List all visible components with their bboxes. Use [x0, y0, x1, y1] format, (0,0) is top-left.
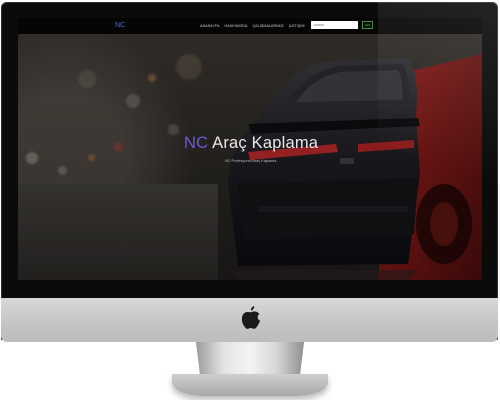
- nav-link-hakkimizda[interactable]: HAKKIMIZDA: [225, 24, 248, 28]
- apple-icon: [241, 306, 261, 329]
- screen: NC ANASAYFA HAKKIMIZDA ÇALIŞMALARIMIZ İL…: [18, 18, 482, 280]
- site-logo[interactable]: NC: [115, 22, 125, 29]
- search-button[interactable]: Ara: [362, 21, 373, 29]
- monitor-frame: NC ANASAYFA HAKKIMIZDA ÇALIŞMALARIMIZ İL…: [1, 2, 498, 340]
- hero-title: NC Araç Kaplama: [184, 134, 318, 153]
- nav-links: ANASAYFA HAKKIMIZDA ÇALIŞMALARIMIZ İLETİ…: [200, 24, 305, 28]
- monitor-stand-neck: [196, 342, 304, 378]
- hero-title-brand: NC: [184, 134, 209, 152]
- hero-title-text: Araç Kaplama: [212, 134, 319, 152]
- nav-link-iletisim[interactable]: İLETİŞİM: [289, 24, 305, 28]
- hero-overlay: [18, 34, 482, 280]
- hero-banner: NC Araç Kaplama NC Profesyonel Araç Kapl…: [18, 34, 482, 280]
- search-input[interactable]: [311, 21, 358, 29]
- hero-subtitle: NC Profesyonel Araç Kaplama: [225, 159, 277, 163]
- nav-link-anasayfa[interactable]: ANASAYFA: [200, 24, 220, 28]
- nav-link-calismalarimiz[interactable]: ÇALIŞMALARIMIZ: [252, 24, 283, 28]
- monitor-stand-foot: [172, 374, 328, 396]
- site-navbar: NC ANASAYFA HAKKIMIZDA ÇALIŞMALARIMIZ İL…: [18, 18, 482, 34]
